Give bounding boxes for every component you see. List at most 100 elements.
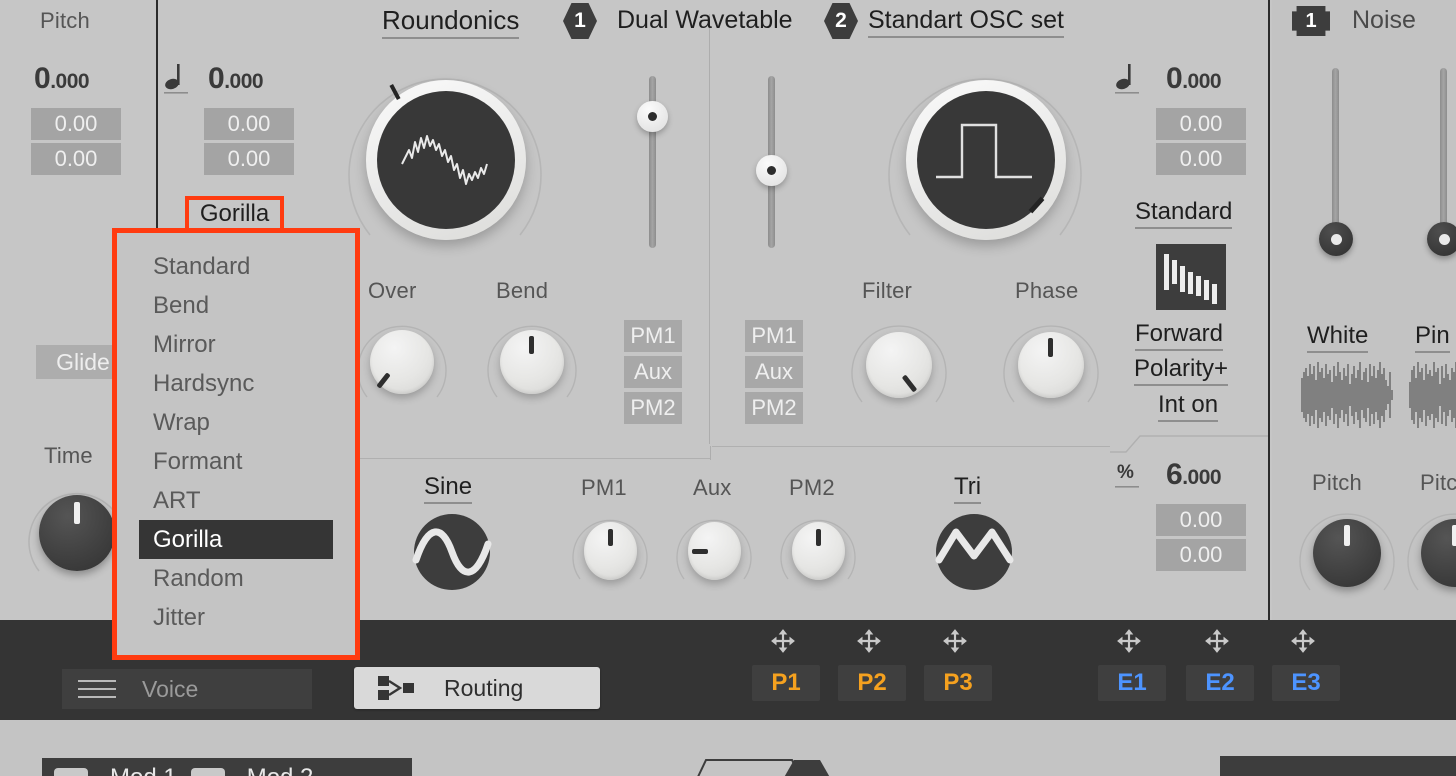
pitch-value[interactable]: 0.000 (34, 62, 90, 96)
osc1-level-slider-knob[interactable] (637, 101, 668, 132)
osc2-phase-knob[interactable] (998, 312, 1104, 418)
osc2-route-pm1[interactable]: PM1 (745, 320, 803, 352)
osc2-direction[interactable]: Forward (1135, 320, 1224, 351)
right-clipped-row[interactable] (1220, 756, 1456, 776)
routing-button[interactable]: Routing (354, 667, 600, 709)
osc1-mod-b[interactable]: 0.00 (204, 143, 294, 175)
osc2-percent-value[interactable]: 6.000 (1166, 458, 1222, 492)
osc1-wavetable-knob[interactable] (340, 55, 550, 265)
dropdown-item-formant[interactable]: Formant (117, 442, 355, 481)
mod-slot-e2-chip[interactable]: E2 (1186, 665, 1254, 701)
mod-slot-e3-chip[interactable]: E3 (1272, 665, 1340, 701)
dropdown-item-wrap[interactable]: Wrap (117, 403, 355, 442)
dropdown-item-standard[interactable]: Standard (117, 247, 355, 286)
osc-name[interactable]: Roundonics (382, 5, 520, 39)
osc2-value[interactable]: 0.000 (1166, 62, 1222, 96)
wave-mode-dropdown-trigger[interactable]: Gorilla (185, 196, 284, 232)
mod-slot-p1-chip[interactable]: P1 (752, 665, 820, 701)
osc2-wavetable-knob[interactable] (880, 55, 1090, 265)
quarter-note-icon[interactable] (164, 62, 190, 96)
dropdown-item-art[interactable]: ART (117, 481, 355, 520)
pink-noise-slider-track[interactable] (1440, 68, 1447, 236)
osc2-mod-a[interactable]: 0.00 (1156, 108, 1246, 140)
mod-slot-p1[interactable]: P1 (752, 628, 820, 701)
white-pitch-label: Pitch (1312, 470, 1362, 495)
pitch-mod-a[interactable]: 0.00 (31, 108, 121, 140)
mod-row-clipped[interactable]: Mod 1 Mod 2 (42, 758, 412, 776)
mod-slot-e2-label: E2 (1205, 669, 1235, 696)
sine-wave-icon[interactable] (412, 512, 492, 592)
noise-panel: White Pitch Pin Pitc (1272, 0, 1456, 620)
dropdown-item-bend[interactable]: Bend (117, 286, 355, 325)
pm-a-shape-clipped[interactable]: PM A (684, 756, 874, 776)
white-noise-label[interactable]: White (1307, 322, 1369, 353)
routing-node-icon (378, 676, 414, 700)
osc1-over-label: Over (368, 278, 417, 303)
below-toolbar-area: Mod 1 Mod 2 PM A (0, 720, 1456, 776)
dropdown-item-mirror[interactable]: Mirror (117, 325, 355, 364)
osc1-route-pm1[interactable]: PM1 (624, 320, 682, 352)
bottom-pm1-knob[interactable] (568, 508, 652, 592)
tri-wave-icon[interactable] (934, 512, 1014, 592)
mod-slot-p1-label: P1 (771, 669, 801, 696)
mod-slot-e1-chip[interactable]: E1 (1098, 665, 1166, 701)
pink-pitch-knob[interactable] (1402, 500, 1456, 606)
white-pitch-knob[interactable] (1294, 500, 1400, 606)
osc1-mode[interactable]: Dual Wavetable (617, 6, 793, 35)
mod-slot-p3-chip[interactable]: P3 (924, 665, 992, 701)
osc2-value-column: 0.000 0.00 0.00 Standard Forward Polarit… (1110, 0, 1270, 620)
osc2-mod-b[interactable]: 0.00 (1156, 143, 1246, 175)
noise-badge[interactable]: 1 (1292, 6, 1330, 36)
osc2-filter-label: Filter (862, 278, 913, 303)
osc2-percent-mod-b[interactable]: 0.00 (1156, 539, 1246, 571)
osc2-percent-mod-a[interactable]: 0.00 (1156, 504, 1246, 536)
pitch-mod-b[interactable]: 0.00 (31, 143, 121, 175)
osc1-route-pm2[interactable]: PM2 (624, 392, 682, 424)
mod-slot-p2[interactable]: P2 (838, 628, 906, 701)
osc2-route-aux[interactable]: Aux (745, 356, 803, 388)
osc2-route-pm2[interactable]: PM2 (745, 392, 803, 424)
pink-noise-slider-knob[interactable] (1427, 222, 1456, 256)
bottom-aux-label: Aux (693, 475, 732, 500)
mod-slot-e3[interactable]: E3 (1272, 628, 1340, 701)
wave-right-label[interactable]: Tri (954, 473, 982, 504)
osc1-mod-a[interactable]: 0.00 (204, 108, 294, 140)
mod-slot-p2-chip[interactable]: P2 (838, 665, 906, 701)
dropdown-item-random[interactable]: Random (117, 559, 355, 598)
dropdown-item-jitter[interactable]: Jitter (117, 598, 355, 637)
wave-mode-dropdown-menu[interactable]: Standard Bend Mirror Hardsync Wrap Forma… (112, 228, 360, 660)
noise-more-icon[interactable]: ⋮ (1446, 10, 1456, 39)
dropdown-item-hardsync[interactable]: Hardsync (117, 364, 355, 403)
white-noise-slider-track[interactable] (1332, 68, 1339, 236)
osc2-mode[interactable]: Standart OSC set (868, 6, 1064, 38)
mod2-toggle[interactable] (190, 768, 225, 776)
white-noise-slider-knob[interactable] (1319, 222, 1353, 256)
wavetable-ramp-icon[interactable] (1156, 244, 1226, 310)
mod1-toggle[interactable] (54, 768, 88, 776)
osc2-interpolation[interactable]: Int on (1158, 391, 1219, 422)
bottom-pm1-label: PM1 (581, 475, 627, 500)
bottom-aux-knob[interactable] (672, 508, 756, 592)
osc1-bend-knob[interactable] (482, 312, 582, 412)
dropdown-item-gorilla[interactable]: Gorilla (139, 520, 333, 559)
mod-slot-p3[interactable]: P3 (924, 628, 992, 701)
osc2-wave-mode[interactable]: Standard (1135, 198, 1233, 229)
bottom-pm2-knob[interactable] (776, 508, 860, 592)
osc1-badge[interactable]: 1 (563, 3, 597, 39)
osc1-route-aux[interactable]: Aux (624, 356, 682, 388)
osc2-filter-knob[interactable] (846, 312, 952, 418)
wave-left-label[interactable]: Sine (424, 473, 473, 504)
wave-row-rule-left (360, 458, 710, 459)
osc2-badge[interactable]: 2 (824, 3, 858, 39)
mod-slot-e1[interactable]: E1 (1098, 628, 1166, 701)
wave-row-rule-right (712, 446, 1110, 447)
voice-button[interactable]: Voice (62, 669, 312, 709)
pink-noise-label[interactable]: Pin (1415, 322, 1450, 353)
quarter-note-icon-2[interactable] (1115, 62, 1141, 96)
osc1-over-knob[interactable] (352, 312, 452, 412)
mod-slot-e2[interactable]: E2 (1186, 628, 1254, 701)
osc2-polarity[interactable]: Polarity+ (1134, 355, 1229, 386)
osc1-value[interactable]: 0.000 (208, 62, 264, 96)
percent-icon[interactable]: % (1115, 460, 1141, 494)
osc2-level-slider-knob[interactable] (756, 155, 787, 186)
